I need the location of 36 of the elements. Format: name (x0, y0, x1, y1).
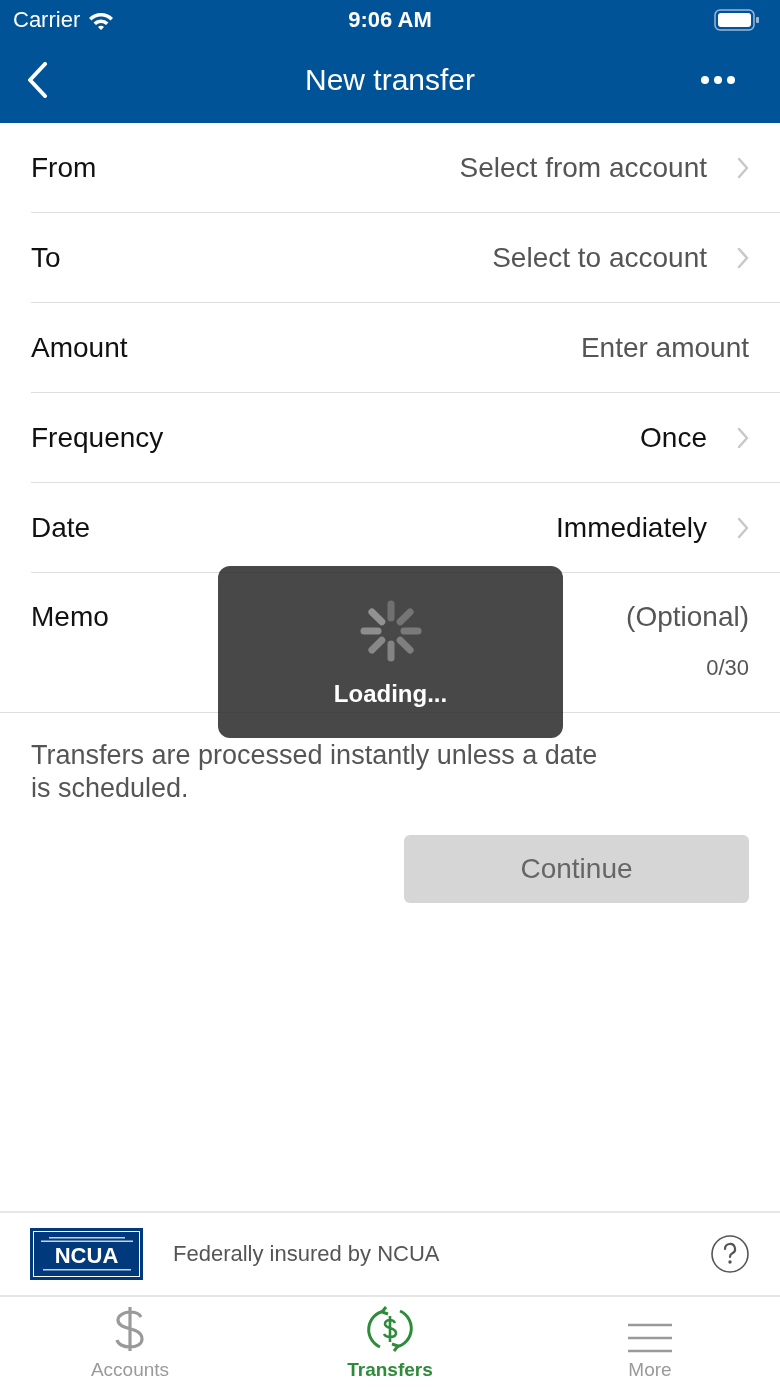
chevron-icon (737, 156, 749, 179)
field-value: Select from account (459, 151, 707, 184)
battery-icon (714, 9, 760, 31)
field-value: Once (640, 421, 707, 454)
character-counter: 0/30 (706, 655, 749, 681)
screen-title: New transfer (304, 63, 476, 97)
memo-field[interactable]: (Optional) (449, 601, 749, 633)
menu-icon (628, 1323, 672, 1353)
form-row[interactable]: To Select to account (31, 213, 780, 303)
field-label: Amount (31, 331, 128, 364)
field-label: From (31, 151, 97, 184)
form-row[interactable]: Frequency Once (31, 393, 780, 483)
chevron-icon (737, 426, 749, 449)
chevron-icon (737, 516, 749, 539)
more-options-icon[interactable] (700, 75, 736, 85)
field-value: Select to account (492, 241, 707, 274)
transfer-icon (366, 1305, 414, 1353)
field-label: Date (31, 511, 91, 544)
carrier-name: Carrier (13, 7, 81, 33)
back-icon[interactable] (26, 62, 48, 98)
field-label: To (31, 241, 61, 274)
field-label: Frequency (31, 421, 164, 454)
help-icon[interactable] (710, 1234, 750, 1274)
info-text: Transfers are processed instantly unless a date is scheduled. (31, 739, 599, 805)
chevron-icon (737, 246, 749, 269)
field-value: Immediately (556, 511, 707, 544)
wifi-icon (88, 10, 115, 30)
dollar-icon (113, 1305, 147, 1353)
clock-time: 9:06 AM (348, 7, 432, 33)
ncua-logo: NCUA (30, 1228, 143, 1280)
insurance-text: Federally insured by NCUA (173, 1241, 441, 1267)
field-label: Memo (31, 601, 109, 633)
amount-field[interactable]: Enter amount (449, 331, 749, 364)
loading-text: Loading... (333, 680, 448, 708)
tab-item[interactable]: Transfers (260, 1297, 520, 1387)
form-row[interactable]: From Select from account (31, 123, 780, 213)
